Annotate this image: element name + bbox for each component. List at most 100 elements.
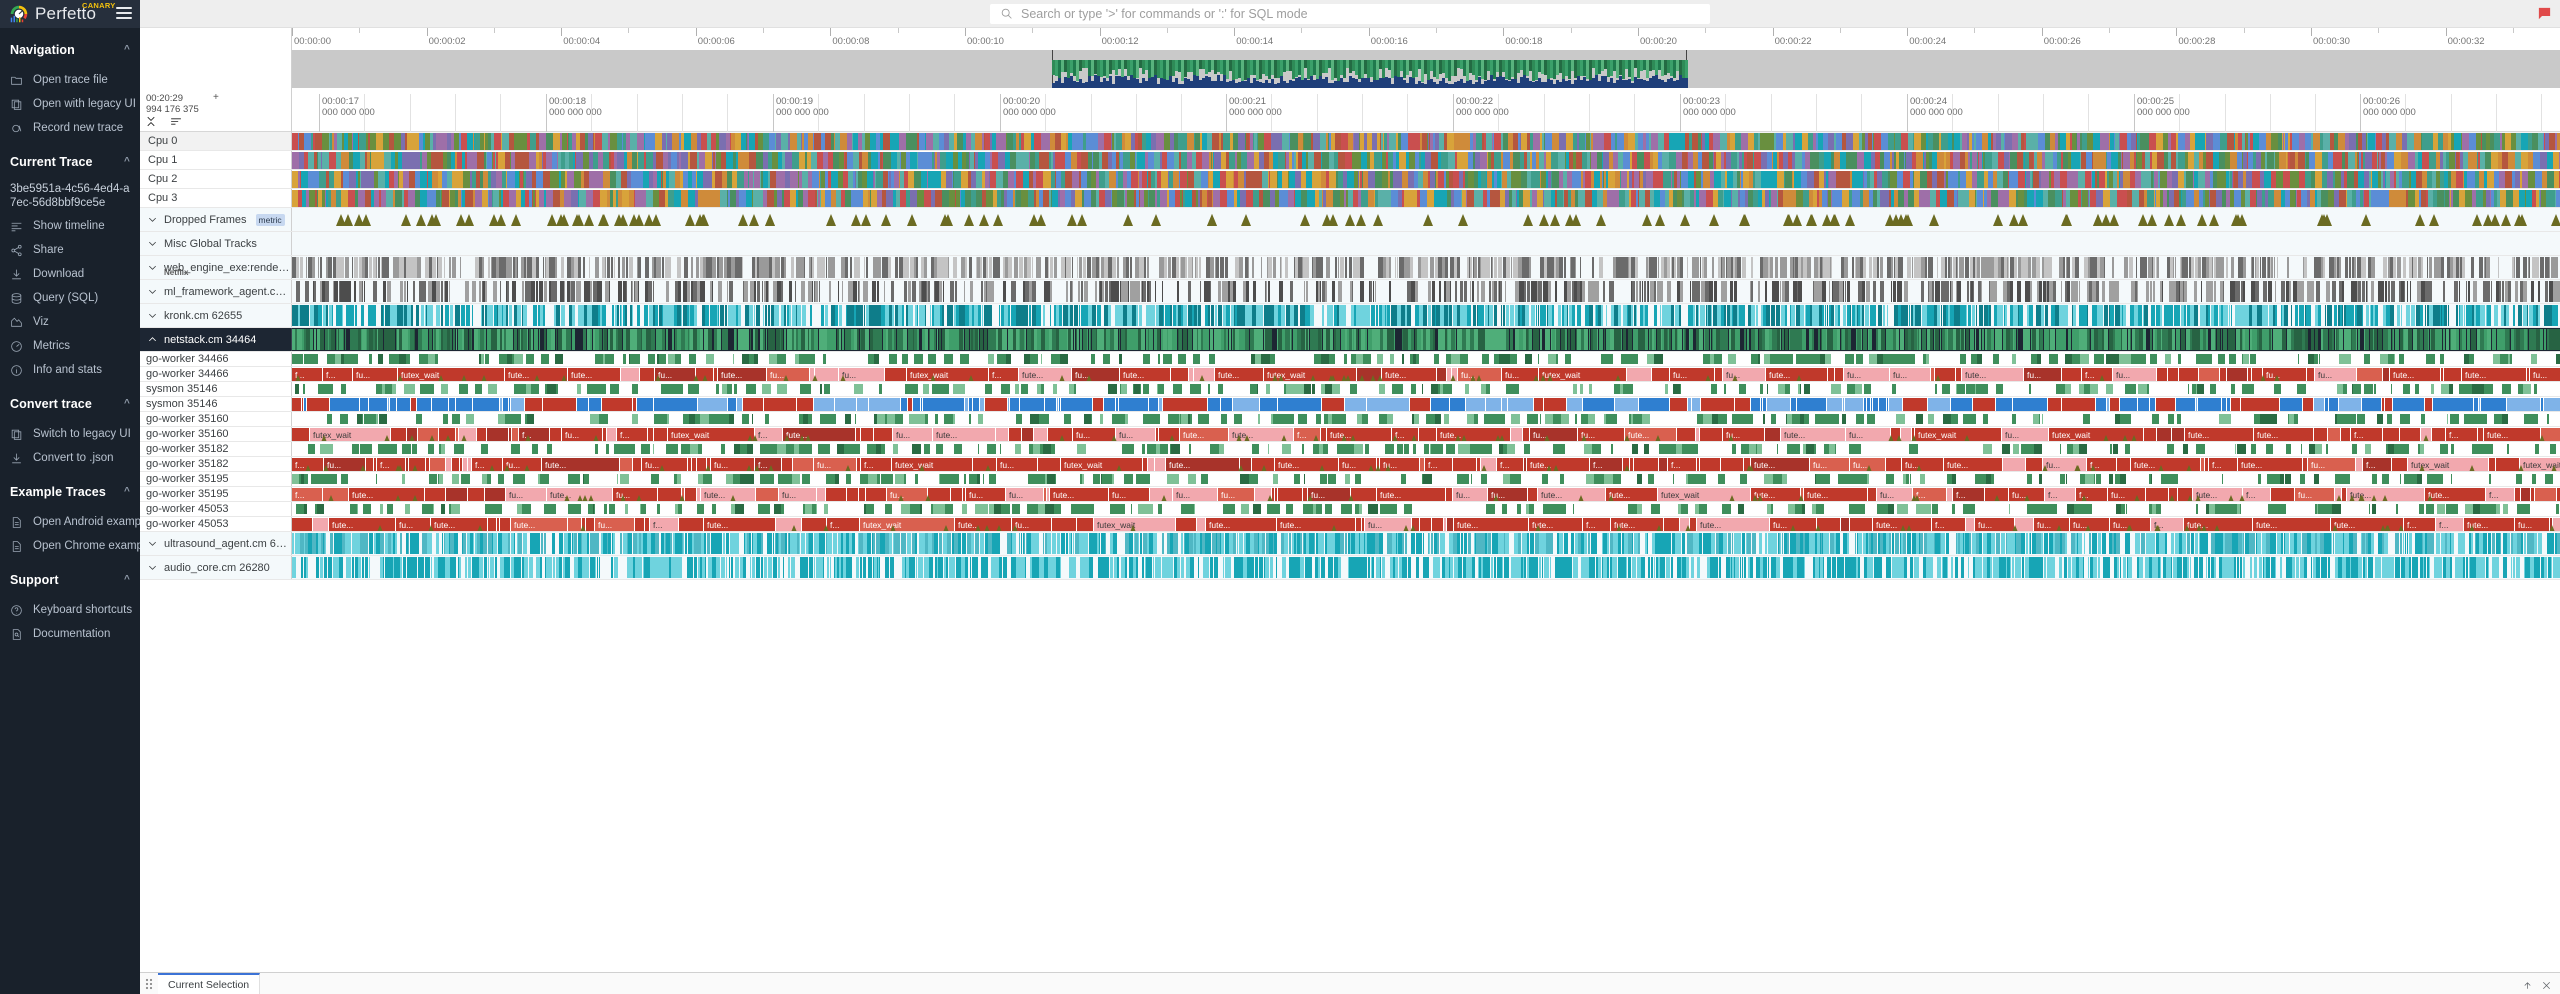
- summary-slice[interactable]: [2019, 305, 2023, 326]
- summary-slice[interactable]: [1335, 257, 1337, 278]
- summary-slice[interactable]: [2486, 257, 2490, 278]
- summary-slice[interactable]: [1937, 257, 1938, 278]
- cpu-slice[interactable]: [1187, 133, 1194, 150]
- summary-slice[interactable]: [471, 329, 472, 350]
- flow-arrow-icon[interactable]: [2483, 214, 2493, 226]
- summary-slice[interactable]: [705, 305, 709, 326]
- summary-slice[interactable]: [2339, 257, 2341, 278]
- cpu-slice[interactable]: [498, 152, 505, 169]
- summary-slice[interactable]: [1549, 281, 1551, 302]
- summary-slice[interactable]: [465, 281, 469, 302]
- cpu-slice[interactable]: [1637, 152, 1644, 169]
- summary-slice[interactable]: [1430, 257, 1434, 278]
- track-shell[interactable]: Cpu 3: [140, 189, 292, 207]
- cpu-slice[interactable]: [1551, 152, 1558, 169]
- sidebar-heading-current-trace[interactable]: Current Trace ^: [0, 151, 140, 173]
- summary-slice[interactable]: [1163, 305, 1164, 326]
- flow-arrow-icon[interactable]: [1903, 214, 1913, 226]
- summary-slice[interactable]: [444, 257, 445, 278]
- cpu-slice[interactable]: [2038, 133, 2045, 150]
- summary-slice[interactable]: [1360, 281, 1364, 302]
- cpu-slice[interactable]: [1807, 171, 1814, 188]
- summary-slice[interactable]: [1168, 257, 1171, 278]
- summary-slice[interactable]: [2448, 305, 2449, 326]
- flow-arrow-icon[interactable]: [851, 214, 861, 226]
- cpu-slice[interactable]: [630, 133, 637, 150]
- summary-slice[interactable]: [2157, 257, 2159, 278]
- flow-arrow-icon[interactable]: [1845, 214, 1855, 226]
- summary-slice[interactable]: [2198, 257, 2201, 278]
- summary-slice[interactable]: [943, 281, 944, 302]
- summary-slice[interactable]: [2362, 305, 2363, 326]
- cpu-slice[interactable]: [1036, 171, 1043, 188]
- cpu-slice[interactable]: [429, 190, 436, 207]
- cpu-slice[interactable]: [2505, 171, 2512, 188]
- cpu-slice[interactable]: [1795, 152, 1802, 169]
- summary-slice[interactable]: [1567, 305, 1568, 326]
- summary-slice[interactable]: [1126, 257, 1129, 278]
- flow-arrow-icon[interactable]: [1458, 214, 1468, 226]
- cpu-slice[interactable]: [1754, 152, 1761, 169]
- cpu-slice[interactable]: [384, 152, 391, 169]
- summary-slice[interactable]: [1660, 305, 1661, 326]
- flow-arrow-icon[interactable]: [881, 214, 891, 226]
- summary-slice[interactable]: [678, 281, 681, 302]
- summary-slice[interactable]: [964, 281, 965, 302]
- summary-slice[interactable]: [1077, 257, 1078, 278]
- summary-slice[interactable]: [611, 257, 613, 278]
- summary-slice[interactable]: [2468, 281, 2470, 302]
- summary-slice[interactable]: [2428, 281, 2432, 302]
- summary-slice[interactable]: [999, 305, 1000, 326]
- cpu-slice[interactable]: [1881, 133, 1888, 150]
- cpu-slice[interactable]: [1741, 133, 1748, 150]
- cpu-slice[interactable]: [2365, 152, 2372, 169]
- flow-arrow-icon[interactable]: [2176, 214, 2186, 226]
- cpu-slice[interactable]: [1214, 152, 1221, 169]
- cpu-slice[interactable]: [1263, 190, 1270, 207]
- summary-slice[interactable]: [1680, 281, 1683, 302]
- summary-slice[interactable]: [464, 329, 468, 350]
- track-row[interactable]: Cpu 1: [140, 151, 2560, 170]
- flow-arrow-icon[interactable]: [2138, 214, 2148, 226]
- cpu-slice[interactable]: [749, 152, 756, 169]
- summary-slice[interactable]: [614, 257, 615, 278]
- cpu-slice[interactable]: [791, 171, 798, 188]
- cpu-slice[interactable]: [808, 190, 815, 207]
- summary-slice[interactable]: [1176, 257, 1179, 278]
- summary-slice[interactable]: [1636, 281, 1638, 302]
- summary-slice[interactable]: [1751, 281, 1753, 302]
- summary-slice[interactable]: [354, 257, 358, 278]
- summary-slice[interactable]: [1015, 281, 1016, 302]
- summary-slice[interactable]: [583, 257, 585, 278]
- cpu-slice[interactable]: [349, 171, 356, 188]
- summary-slice[interactable]: [509, 305, 512, 326]
- cpu-slice[interactable]: [477, 152, 484, 169]
- cpu-slice[interactable]: [2132, 190, 2139, 207]
- summary-slice[interactable]: [509, 257, 512, 278]
- cpu-slice[interactable]: [713, 190, 720, 207]
- summary-slice[interactable]: [857, 257, 860, 278]
- summary-slice[interactable]: [1306, 281, 1308, 302]
- track-row[interactable]: Cpu 0: [140, 132, 2560, 151]
- cpu-slice[interactable]: [2283, 171, 2290, 188]
- summary-slice[interactable]: [2243, 257, 2246, 278]
- summary-slice[interactable]: [756, 305, 760, 326]
- summary-slice[interactable]: [1210, 257, 1214, 278]
- summary-slice[interactable]: [544, 281, 547, 302]
- summary-slice[interactable]: [2350, 305, 2354, 326]
- summary-slice[interactable]: [800, 305, 801, 326]
- flow-arrow-icon[interactable]: [464, 214, 474, 226]
- summary-slice[interactable]: [1525, 305, 1529, 326]
- summary-slice[interactable]: [1780, 281, 1781, 302]
- track-shell[interactable]: Misc Global Tracks: [140, 232, 292, 255]
- summary-slice[interactable]: [1345, 257, 1347, 278]
- cpu-slice[interactable]: [688, 190, 695, 207]
- cpu-slice[interactable]: [579, 190, 586, 207]
- cpu-slice[interactable]: [420, 190, 427, 207]
- sidebar-heading-navigation[interactable]: Navigation ^: [0, 39, 140, 61]
- summary-slice[interactable]: [1527, 281, 1530, 302]
- summary-slice[interactable]: [421, 305, 424, 326]
- cpu-slice[interactable]: [2198, 171, 2205, 188]
- summary-slice[interactable]: [514, 329, 517, 350]
- cpu-slice[interactable]: [1699, 190, 1706, 207]
